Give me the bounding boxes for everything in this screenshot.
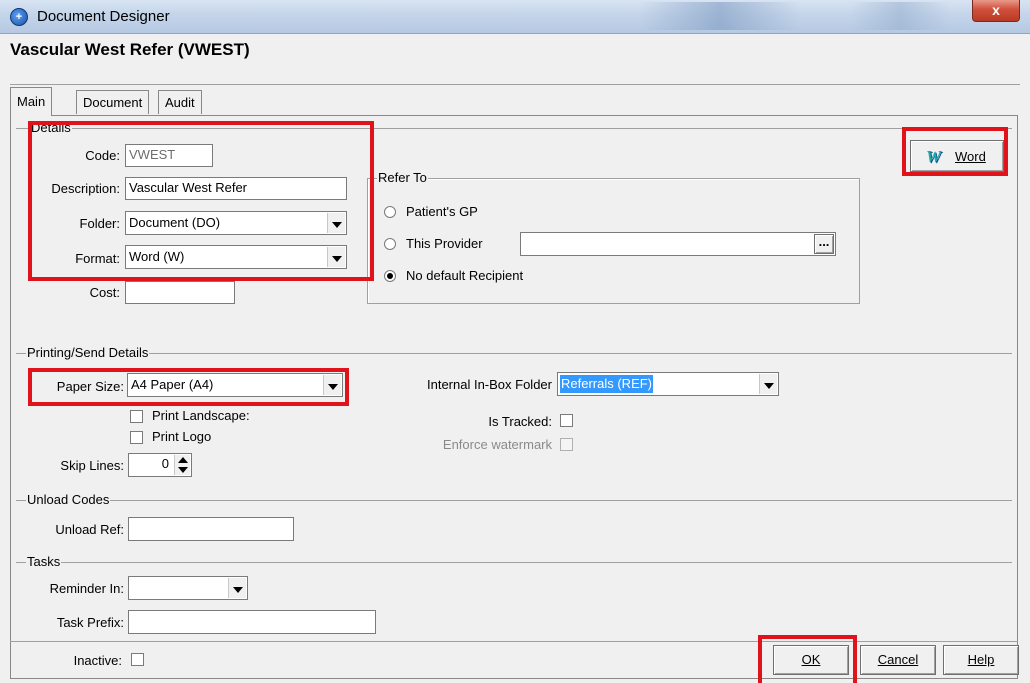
radio-patients-gp-label: Patient's GP <box>406 204 478 219</box>
app-icon: + <box>10 8 28 26</box>
enforce-watermark-checkbox[interactable] <box>560 438 573 451</box>
cost-field[interactable] <box>125 281 235 304</box>
radio-this-provider[interactable] <box>384 238 396 250</box>
inbox-folder-value: Referrals (REF) <box>560 375 654 393</box>
inbox-folder-dropdown[interactable]: Referrals (REF) <box>557 372 779 396</box>
task-prefix-field[interactable] <box>128 610 376 634</box>
is-tracked-checkbox[interactable] <box>560 414 573 427</box>
tasks-group-border <box>16 562 1012 563</box>
highlight-box-details <box>28 121 374 281</box>
cost-label: Cost: <box>89 285 120 300</box>
page-title: Vascular West Refer (VWEST) <box>10 40 250 59</box>
title-bar-background-blur <box>640 2 800 30</box>
spin-up-icon[interactable] <box>178 457 188 463</box>
unload-group-title: Unload Codes <box>26 492 111 507</box>
printing-group-border <box>16 353 1012 354</box>
inactive-label: Inactive: <box>73 653 122 668</box>
highlight-box-paper-size <box>28 368 349 406</box>
print-logo-label: Print Logo <box>152 429 212 444</box>
task-prefix-label: Task Prefix: <box>56 615 124 630</box>
window-title: Document Designer <box>37 8 170 25</box>
radio-patients-gp[interactable] <box>384 206 396 218</box>
highlight-box-word <box>902 127 1008 176</box>
chevron-down-icon[interactable] <box>759 374 777 394</box>
radio-no-default-recipient-label: No default Recipient <box>406 268 524 283</box>
tasks-group-title: Tasks <box>26 554 62 569</box>
reminder-in-label: Reminder In: <box>49 581 124 596</box>
highlight-box-ok <box>758 635 857 683</box>
help-button[interactable]: Help <box>943 645 1019 675</box>
print-landscape-checkbox[interactable] <box>130 410 143 423</box>
is-tracked-label: Is Tracked: <box>488 414 552 429</box>
heading-divider <box>10 84 1020 85</box>
unload-ref-label: Unload Ref: <box>55 522 124 537</box>
tab-audit[interactable]: Audit <box>158 90 202 114</box>
enforce-watermark-label: Enforce watermark <box>442 437 552 452</box>
title-bar-background-blur <box>850 2 950 30</box>
help-button-label: Help <box>967 652 995 667</box>
close-button[interactable]: x <box>972 0 1020 22</box>
chevron-down-icon[interactable] <box>228 578 246 598</box>
tab-main[interactable]: Main <box>10 87 53 116</box>
footer-divider <box>10 641 1018 642</box>
browse-button[interactable]: ... <box>814 234 834 254</box>
skip-lines-label: Skip Lines: <box>60 458 124 473</box>
inbox-folder-label: Internal In-Box Folder <box>426 377 552 392</box>
print-landscape-label: Print Landscape: <box>152 408 250 423</box>
unload-group-border <box>16 500 1012 501</box>
printing-group-title: Printing/Send Details <box>26 345 150 360</box>
radio-this-provider-label: This Provider <box>406 236 483 251</box>
refer-to-title: Refer To <box>377 170 428 185</box>
spin-down-icon[interactable] <box>178 467 188 473</box>
unload-ref-field[interactable] <box>128 517 294 541</box>
cancel-button[interactable]: Cancel <box>860 645 936 675</box>
inactive-checkbox[interactable] <box>131 653 144 666</box>
print-logo-checkbox[interactable] <box>130 431 143 444</box>
spinner-arrows-icon[interactable] <box>174 455 190 475</box>
tab-document[interactable]: Document <box>76 90 150 114</box>
reminder-in-dropdown[interactable] <box>128 576 248 600</box>
radio-no-default-recipient[interactable] <box>384 270 396 282</box>
provider-field[interactable] <box>520 232 836 256</box>
cancel-button-label: Cancel <box>877 652 919 667</box>
